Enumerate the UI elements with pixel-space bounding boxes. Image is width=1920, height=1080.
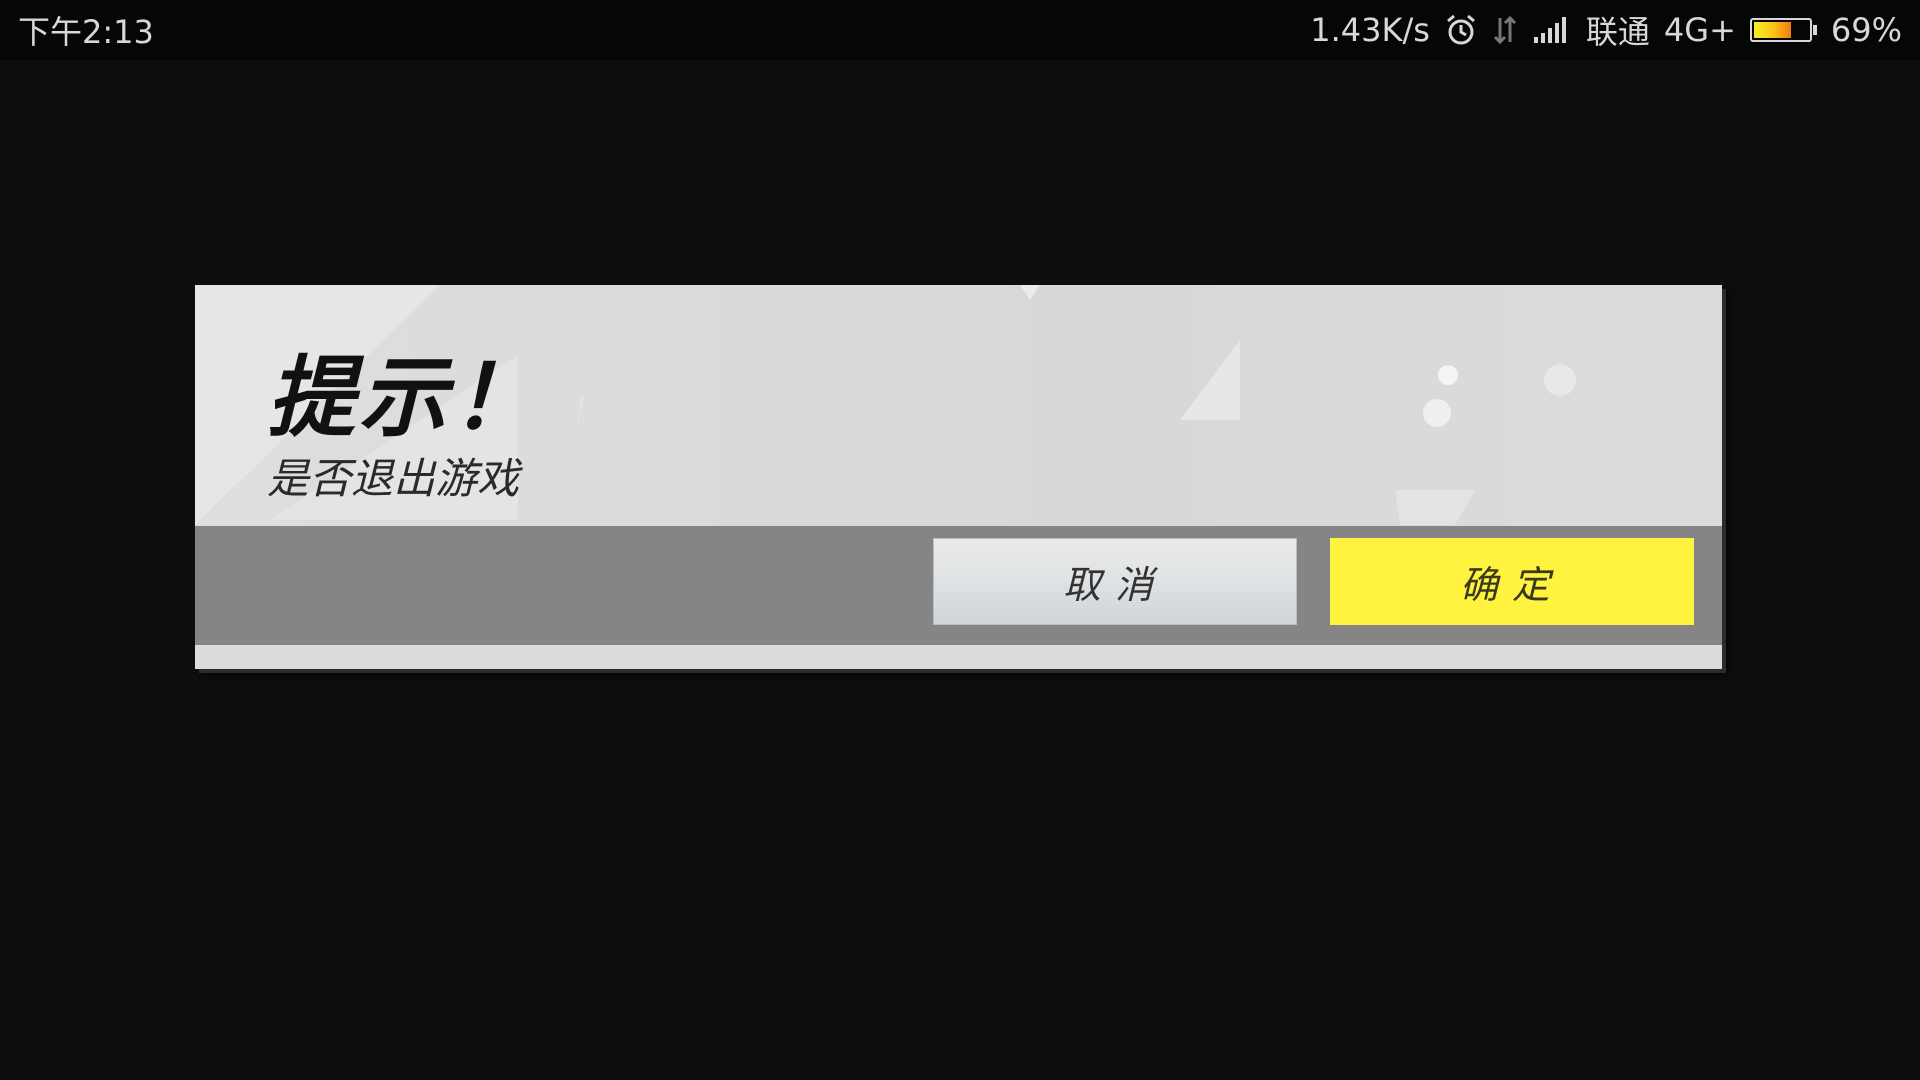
network-type: 4G+ (1663, 11, 1736, 49)
dialog-title: 提示！ (267, 346, 544, 449)
dialog-footer-strip (195, 645, 1722, 669)
exit-dialog: 提示！ 是否退出游戏 取消 确定 (195, 285, 1722, 669)
confirm-button[interactable]: 确定 (1330, 538, 1694, 625)
alarm-icon (1444, 13, 1478, 47)
status-time: 下午2:13 (18, 13, 154, 51)
cancel-button[interactable]: 取消 (933, 538, 1297, 625)
data-transfer-icon (1492, 14, 1518, 46)
dialog-message: 是否退出游戏 (267, 454, 520, 503)
dialog-header-panel: 提示！ 是否退出游戏 (195, 285, 1722, 526)
status-indicators: 1.43K/s 联通 4G+ 69% (1310, 7, 1902, 53)
battery-icon (1749, 18, 1817, 42)
signal-icon (1532, 15, 1572, 45)
network-speed: 1.43K/s (1310, 11, 1430, 49)
battery-percent: 69% (1830, 11, 1902, 49)
status-bar: 下午2:13 1.43K/s 联通 4G+ 69% (0, 0, 1920, 60)
carrier-name: 联通 (1585, 13, 1650, 51)
